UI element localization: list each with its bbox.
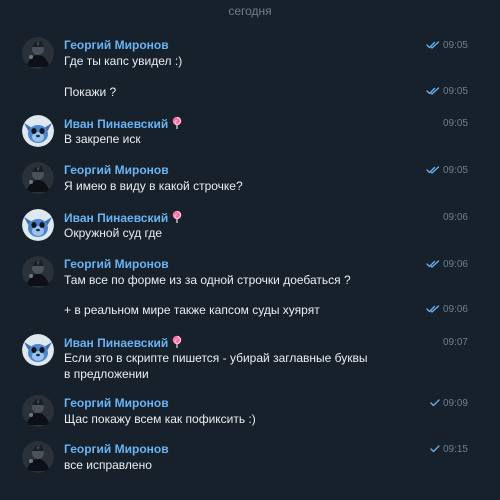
stitch-avatar-image bbox=[22, 209, 54, 241]
double-check-icon bbox=[426, 86, 440, 100]
avatar-georgy[interactable] bbox=[22, 256, 54, 288]
message-item[interactable]: Георгий Миронов Щас покажу всем как пофи… bbox=[0, 392, 500, 432]
double-check-icon bbox=[426, 304, 440, 318]
message-meta: 09:09 bbox=[408, 397, 468, 412]
message-item[interactable]: Иван Пинаевский Если это в скрипте пишет… bbox=[0, 331, 500, 381]
message-author[interactable]: Георгий Миронов bbox=[64, 442, 169, 456]
date-separator: сегодня bbox=[228, 4, 272, 18]
message-meta: 09:06 bbox=[408, 303, 468, 318]
message-time: 09:06 bbox=[442, 304, 468, 315]
avatar-georgy[interactable] bbox=[22, 395, 54, 427]
message-time: 09:05 bbox=[442, 165, 468, 176]
message-text: + в реальном мире также капсом суды хуяр… bbox=[64, 303, 320, 317]
avatar-ivan[interactable] bbox=[22, 115, 54, 147]
message-meta: 09:05 bbox=[408, 117, 468, 131]
message-item[interactable]: Георгий Миронов Я имею в виду в какой ст… bbox=[0, 159, 500, 199]
avatar-georgy[interactable] bbox=[22, 441, 54, 473]
message-text: Если это в скрипте пишется - убирай загл… bbox=[64, 351, 368, 381]
author-name[interactable]: Иван Пинаевский bbox=[64, 211, 168, 225]
message-item[interactable]: Георгий Миронов все исправлено 09:15 bbox=[0, 438, 500, 478]
single-check-icon bbox=[430, 444, 440, 458]
message-time: 09:05 bbox=[442, 40, 468, 51]
message-text: Я имею в виду в какой строчке? bbox=[64, 179, 243, 193]
message-text: В закрепе иск bbox=[64, 132, 141, 146]
message-meta: 09:15 bbox=[408, 443, 468, 458]
message-meta: 09:06 bbox=[408, 258, 468, 273]
double-check-icon bbox=[426, 259, 440, 273]
author-name[interactable]: Иван Пинаевский bbox=[64, 336, 168, 350]
message-text: Щас покажу всем как пофиксить :) bbox=[64, 412, 256, 426]
message-item[interactable]: + в реальном мире также капсом суды хуяр… bbox=[0, 300, 500, 320]
avatar-georgy[interactable] bbox=[22, 37, 54, 69]
message-author[interactable]: Георгий Миронов bbox=[64, 38, 169, 52]
message-item[interactable]: Георгий Миронов Там все по форме из за о… bbox=[0, 253, 500, 293]
georgy-avatar-image bbox=[22, 395, 54, 427]
message-text: Покажи ? bbox=[64, 85, 117, 99]
message-time: 09:05 bbox=[442, 118, 468, 129]
single-check-icon bbox=[430, 398, 440, 412]
author-name[interactable]: Иван Пинаевский bbox=[64, 117, 168, 131]
message-meta: 09:06 bbox=[408, 211, 468, 225]
message-time: 09:05 bbox=[442, 86, 468, 97]
message-text: Там все по форме из за одной строчки дое… bbox=[64, 273, 351, 287]
message-item[interactable]: Иван Пинаевский В закрепе иск 09:05 bbox=[0, 112, 500, 152]
georgy-avatar-image bbox=[22, 256, 54, 288]
avatar-georgy[interactable] bbox=[22, 162, 54, 194]
message-meta: 09:07 bbox=[408, 336, 468, 350]
avatar-ivan[interactable] bbox=[22, 334, 54, 366]
message-time: 09:09 bbox=[442, 398, 468, 409]
message-item[interactable]: Георгий Миронов Где ты капс увидел :) 09… bbox=[0, 34, 500, 74]
lollipop-emoji-icon bbox=[171, 116, 183, 132]
double-check-icon bbox=[426, 165, 440, 179]
chat-history: сегодня Георгий Миронов Где ты капс увид… bbox=[0, 0, 500, 500]
message-text: все исправлено bbox=[64, 458, 152, 472]
message-meta: 09:05 bbox=[408, 39, 468, 54]
message-time: 09:07 bbox=[442, 337, 468, 348]
message-author[interactable]: Иван Пинаевский bbox=[64, 210, 183, 226]
lollipop-emoji-icon bbox=[171, 335, 183, 351]
message-author[interactable]: Георгий Миронов bbox=[64, 257, 169, 271]
double-check-icon bbox=[426, 40, 440, 54]
message-meta: 09:05 bbox=[408, 164, 468, 179]
georgy-avatar-image bbox=[22, 162, 54, 194]
message-item[interactable]: Иван Пинаевский Окружной суд где 09:06 bbox=[0, 206, 500, 246]
message-text: Окружной суд где bbox=[64, 226, 163, 240]
avatar-ivan[interactable] bbox=[22, 209, 54, 241]
message-item[interactable]: Покажи ? 09:05 bbox=[0, 82, 500, 102]
message-time: 09:06 bbox=[442, 259, 468, 270]
message-author[interactable]: Георгий Миронов bbox=[64, 396, 169, 410]
message-time: 09:15 bbox=[442, 444, 468, 455]
message-author[interactable]: Иван Пинаевский bbox=[64, 116, 183, 132]
georgy-avatar-image bbox=[22, 37, 54, 69]
stitch-avatar-image bbox=[22, 115, 54, 147]
message-meta: 09:05 bbox=[408, 85, 468, 100]
stitch-avatar-image bbox=[22, 334, 54, 366]
message-author[interactable]: Георгий Миронов bbox=[64, 163, 169, 177]
message-author[interactable]: Иван Пинаевский bbox=[64, 335, 183, 351]
message-time: 09:06 bbox=[442, 212, 468, 223]
lollipop-emoji-icon bbox=[171, 210, 183, 226]
georgy-avatar-image bbox=[22, 441, 54, 473]
message-text: Где ты капс увидел :) bbox=[64, 54, 183, 68]
